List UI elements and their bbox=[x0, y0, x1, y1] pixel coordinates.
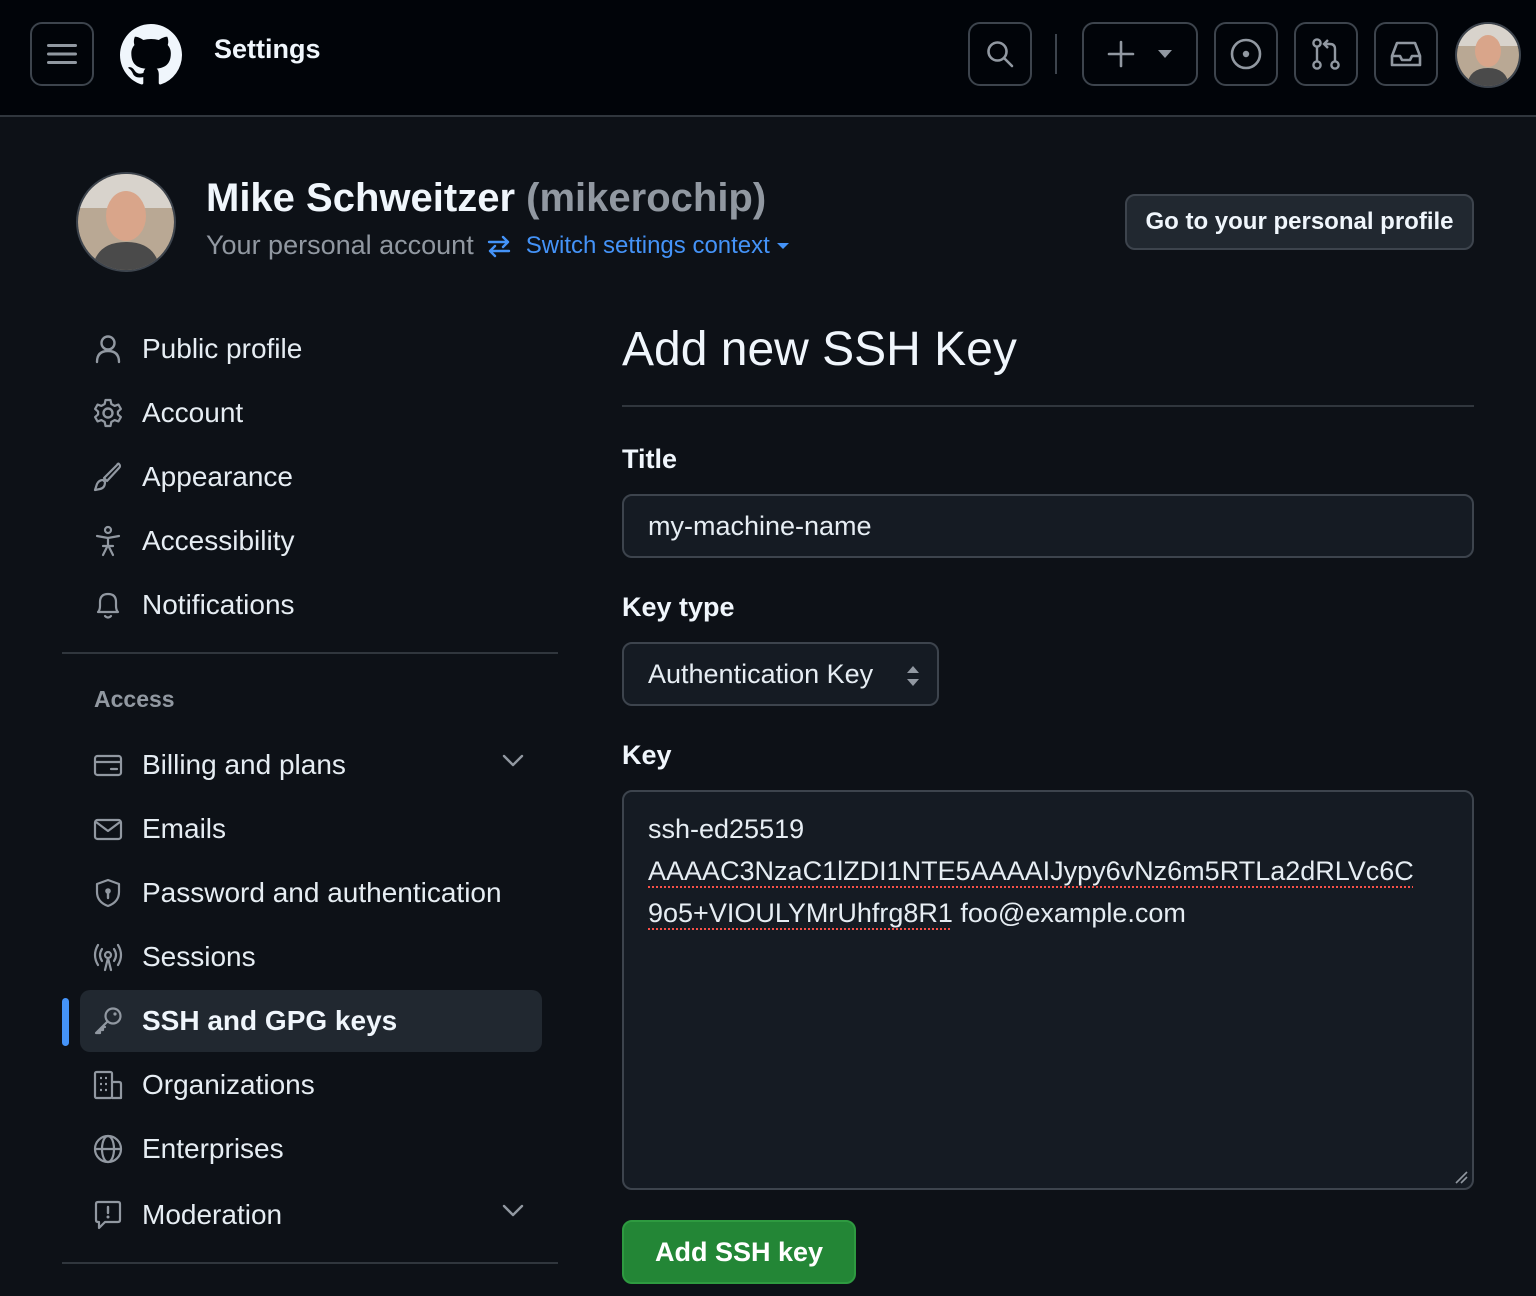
key-field-label: Key bbox=[622, 740, 672, 770]
active-indicator bbox=[62, 998, 69, 1046]
select-arrows-icon bbox=[907, 666, 919, 686]
bell-icon bbox=[96, 592, 120, 619]
resize-grip-icon[interactable] bbox=[1454, 1170, 1468, 1184]
avatar bbox=[1457, 24, 1519, 86]
sidebar-item-account[interactable]: Account bbox=[80, 382, 542, 444]
globe-icon bbox=[93, 1134, 123, 1164]
sidebar-item-label: Password and authentication bbox=[142, 877, 502, 908]
arrow-switch-icon bbox=[487, 235, 510, 257]
user-avatar-menu[interactable] bbox=[1455, 22, 1521, 88]
github-logo[interactable] bbox=[120, 24, 182, 86]
pull-requests-button[interactable] bbox=[1294, 22, 1358, 86]
chevron-down-icon[interactable] bbox=[502, 1204, 524, 1218]
pull-request-icon bbox=[1312, 38, 1340, 70]
go-to-profile-button[interactable]: Go to your personal profile bbox=[1125, 194, 1474, 250]
key-text-line: ssh-ed25519 bbox=[648, 814, 805, 844]
title-field-label: Title bbox=[622, 444, 678, 474]
header-divider bbox=[1055, 34, 1057, 74]
report-icon bbox=[94, 1200, 122, 1230]
search-icon bbox=[987, 41, 1014, 68]
profile-subtitle: Your personal account Switch settings co… bbox=[206, 230, 790, 261]
search-button[interactable] bbox=[968, 22, 1032, 86]
key-type-selected-value: Authentication Key bbox=[648, 658, 874, 689]
sidebar-item-label: Enterprises bbox=[142, 1133, 284, 1164]
sidebar-item-label: Appearance bbox=[142, 461, 294, 492]
triangle-down-icon bbox=[1158, 50, 1172, 58]
sidebar-item-label: Emails bbox=[142, 813, 227, 844]
switch-settings-context-link[interactable]: Switch settings context bbox=[526, 232, 770, 260]
title-divider bbox=[622, 405, 1474, 407]
title-input[interactable]: my-machine-name bbox=[622, 494, 1474, 558]
key-text-line: 9o5+VIOULYMrUhfrg8R1 foo@example.com bbox=[648, 892, 1448, 934]
key-type-field-label: Key type bbox=[622, 592, 735, 622]
sidebar-item-sessions[interactable]: Sessions bbox=[80, 926, 542, 988]
sidebar-item-label: Account bbox=[142, 397, 244, 428]
issues-button[interactable] bbox=[1214, 22, 1278, 86]
key-type-select[interactable]: Authentication Key bbox=[622, 642, 939, 706]
profile-name: Mike Schweitzer (mikerochip) bbox=[206, 176, 766, 221]
gear-icon bbox=[94, 398, 122, 428]
sidebar-section-heading: Access bbox=[94, 686, 175, 712]
avatar bbox=[78, 174, 174, 270]
sidebar-item-label: Moderation bbox=[142, 1199, 283, 1230]
sidebar-item-enterprises[interactable]: Enterprises bbox=[80, 1118, 542, 1180]
account-type-label: Your personal account bbox=[206, 230, 474, 260]
sidebar-item-label: Organizations bbox=[142, 1069, 315, 1100]
create-new-button[interactable] bbox=[1082, 22, 1198, 86]
sidebar-item-appearance[interactable]: Appearance bbox=[80, 446, 542, 508]
chevron-down-icon[interactable] bbox=[502, 754, 524, 768]
credit-card-icon bbox=[93, 754, 123, 777]
issue-icon bbox=[1230, 38, 1262, 70]
sidebar-item-label: Notifications bbox=[142, 589, 295, 620]
inbox-button[interactable] bbox=[1374, 22, 1438, 86]
page-context-title: Settings bbox=[214, 34, 321, 64]
sidebar-item-accessibility[interactable]: Accessibility bbox=[80, 510, 542, 572]
sidebar-item-label: SSH and GPG keys bbox=[142, 1005, 398, 1036]
title-input-value: my-machine-name bbox=[648, 510, 872, 541]
mail-icon bbox=[93, 818, 123, 841]
shield-lock-icon bbox=[95, 878, 121, 908]
profile-avatar bbox=[76, 172, 176, 272]
sidebar-item-billing[interactable]: Billing and plans bbox=[80, 734, 542, 796]
sidebar-item-password-authentication[interactable]: Password and authentication bbox=[80, 862, 542, 924]
key-text-segment: foo@example.com bbox=[952, 898, 1186, 928]
sidebar-item-public-profile[interactable]: Public profile bbox=[80, 318, 542, 380]
caret-down-icon bbox=[776, 242, 789, 249]
inbox-icon bbox=[1390, 41, 1422, 67]
accessibility-icon bbox=[95, 525, 121, 557]
sidebar-item-label: Sessions bbox=[142, 941, 256, 972]
sidebar-item-label: Accessibility bbox=[142, 525, 295, 556]
menu-button[interactable] bbox=[30, 22, 94, 86]
person-icon bbox=[95, 335, 121, 364]
sidebar-item-ssh-gpg-keys[interactable]: SSH and GPG keys bbox=[80, 990, 542, 1052]
plus-icon bbox=[1107, 40, 1135, 68]
add-ssh-key-button[interactable]: Add SSH key bbox=[622, 1220, 856, 1284]
sidebar-item-label: Billing and plans bbox=[142, 749, 346, 780]
key-text-line: AAAAC3NzaC1lZDI1NTE5AAAAIJypy6vNz6m5RTLa… bbox=[648, 856, 1414, 886]
profile-handle: (mikerochip) bbox=[526, 176, 767, 220]
key-icon bbox=[94, 1007, 122, 1035]
sidebar-item-notifications[interactable]: Notifications bbox=[80, 574, 542, 636]
sidebar-item-moderation[interactable]: Moderation bbox=[80, 1184, 542, 1246]
sidebar-item-emails[interactable]: Emails bbox=[80, 798, 542, 860]
menu-icon bbox=[47, 44, 77, 64]
broadcast-icon bbox=[93, 943, 123, 972]
organization-icon bbox=[93, 1070, 123, 1100]
key-textarea[interactable]: ssh-ed25519 AAAAC3NzaC1lZDI1NTE5AAAAIJyp… bbox=[622, 790, 1474, 1190]
top-header: Settings bbox=[0, 0, 1536, 117]
page-title: Add new SSH Key bbox=[622, 323, 1017, 376]
paintbrush-icon bbox=[93, 462, 122, 492]
sidebar-divider bbox=[62, 652, 558, 654]
sidebar-item-organizations[interactable]: Organizations bbox=[80, 1054, 542, 1116]
sidebar-divider bbox=[62, 1262, 558, 1264]
profile-display-name: Mike Schweitzer bbox=[206, 176, 516, 220]
key-text-segment: 9o5+VIOULYMrUhfrg8R1 bbox=[648, 898, 953, 928]
sidebar-item-label: Public profile bbox=[142, 333, 303, 364]
